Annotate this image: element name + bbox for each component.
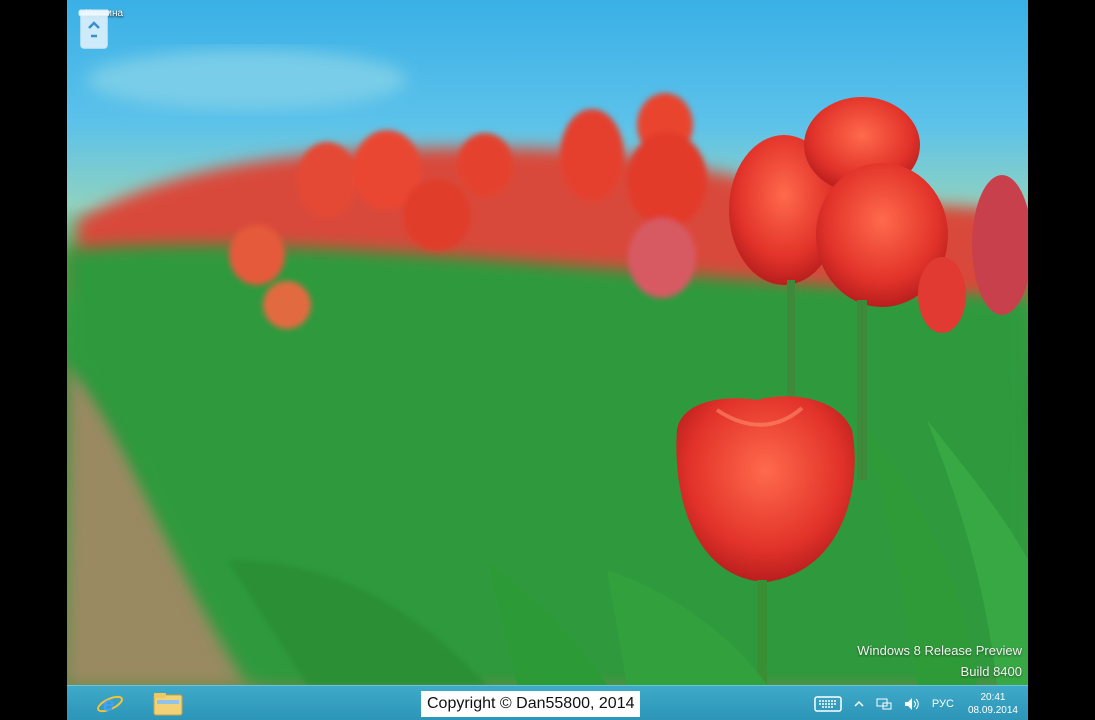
input-language-button[interactable]: РУС: [932, 698, 954, 710]
taskbar: e Copyright © Dan55800, 2014 РУС 20:41 0…: [67, 685, 1028, 720]
svg-text:e: e: [103, 694, 114, 716]
desktop-icon-recycle-bin[interactable]: Корзина: [77, 6, 131, 49]
clock-date: 08.09.2014: [967, 704, 1018, 716]
clock-time: 20:41: [980, 691, 1006, 703]
speaker-icon: [904, 697, 919, 710]
recycle-bin-icon: [78, 9, 110, 49]
touch-keyboard-button[interactable]: [814, 695, 842, 712]
network-icon: [876, 698, 892, 709]
internet-explorer-icon: e: [97, 694, 123, 716]
taskbar-internet-explorer-button[interactable]: e: [87, 688, 133, 719]
show-hidden-icons-button[interactable]: [854, 700, 864, 708]
clock[interactable]: 20:41 08.09.2014: [968, 691, 1018, 717]
desktop-wallpaper: Корзина Windows 8 Release Preview Build …: [67, 0, 1028, 685]
folder-icon: [153, 692, 183, 715]
chevron-up-icon: [854, 700, 864, 707]
tulip-wallpaper-image: [67, 50, 1028, 685]
system-tray: РУС 20:41 08.09.2014: [808, 686, 1028, 720]
copyright-overlay: Copyright © Dan55800, 2014: [421, 691, 641, 717]
volume-button[interactable]: [904, 697, 920, 711]
desktop-screen: Корзина Windows 8 Release Preview Build …: [67, 0, 1028, 720]
watermark-build: Build 8400: [960, 664, 1022, 679]
watermark-edition: Windows 8 Release Preview: [857, 643, 1022, 658]
network-button[interactable]: [876, 697, 892, 711]
taskbar-file-explorer-button[interactable]: [145, 688, 191, 719]
touch-keyboard-icon: [814, 695, 842, 712]
os-watermark: Windows 8 Release Preview Build 8400: [857, 640, 1022, 682]
